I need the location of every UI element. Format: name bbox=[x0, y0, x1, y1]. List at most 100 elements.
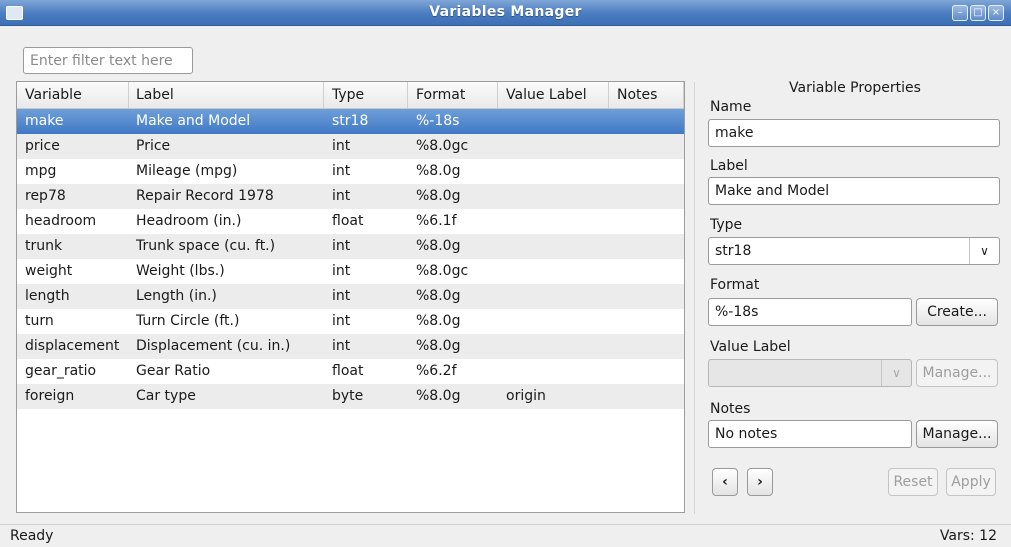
column-header-format[interactable]: Format bbox=[408, 82, 498, 108]
cell-format: %8.0g bbox=[416, 338, 461, 354]
cell-format: %8.0g bbox=[416, 163, 461, 179]
cell-type: float bbox=[332, 363, 364, 379]
cell-value-label bbox=[498, 309, 609, 334]
cell-value-label bbox=[498, 184, 609, 209]
variable-count: Vars: 12 bbox=[939, 528, 997, 544]
minimize-button[interactable]: – bbox=[952, 5, 968, 21]
table-row[interactable]: weight Weight (lbs.) int %8.0gc bbox=[17, 259, 684, 284]
cell-format: %8.0gc bbox=[416, 263, 469, 279]
type-combobox[interactable]: str18 ∨ bbox=[708, 237, 1000, 265]
filter-input[interactable] bbox=[23, 47, 193, 74]
label-field[interactable]: Make and Model bbox=[708, 177, 1000, 205]
table-row[interactable]: headroom Headroom (in.) float %6.1f bbox=[17, 209, 684, 234]
cell-format: %8.0g bbox=[416, 288, 461, 304]
value-label-combobox[interactable]: ∨ bbox=[708, 359, 912, 387]
table-row[interactable]: foreign Car type byte %8.0g origin bbox=[17, 384, 684, 409]
cell-variable: make bbox=[25, 113, 64, 129]
cell-label: Length (in.) bbox=[136, 288, 217, 304]
table-row[interactable]: trunk Trunk space (cu. ft.) int %8.0g bbox=[17, 234, 684, 259]
cell-notes bbox=[609, 259, 684, 284]
cell-type: int bbox=[332, 188, 351, 204]
type-value: str18 bbox=[715, 243, 752, 259]
cell-type: float bbox=[332, 213, 364, 229]
label-label: Label bbox=[710, 158, 748, 174]
cell-notes bbox=[609, 209, 684, 234]
create-format-button[interactable]: Create... bbox=[916, 298, 998, 326]
cell-label: Weight (lbs.) bbox=[136, 263, 225, 279]
cell-label: Car type bbox=[136, 388, 196, 404]
column-header-value-label[interactable]: Value Label bbox=[498, 82, 609, 108]
cell-label: Turn Circle (ft.) bbox=[136, 313, 240, 329]
cell-variable: foreign bbox=[25, 388, 75, 404]
variables-table[interactable]: Variable Label Type Format Value Label N… bbox=[16, 81, 685, 513]
cell-variable: displacement bbox=[25, 338, 120, 354]
cell-value-label: origin bbox=[506, 388, 546, 404]
manage-value-label-button[interactable]: Manage... bbox=[916, 359, 998, 387]
cell-variable: headroom bbox=[25, 213, 97, 229]
cell-notes bbox=[609, 109, 684, 134]
previous-variable-button[interactable]: ‹ bbox=[712, 468, 738, 496]
cell-notes bbox=[609, 234, 684, 259]
column-header-variable[interactable]: Variable bbox=[17, 82, 129, 108]
table-row[interactable]: turn Turn Circle (ft.) int %8.0g bbox=[17, 309, 684, 334]
cell-value-label bbox=[498, 284, 609, 309]
cell-type: int bbox=[332, 313, 351, 329]
cell-value-label bbox=[498, 259, 609, 284]
name-label: Name bbox=[710, 99, 752, 115]
apply-button[interactable]: Apply bbox=[946, 468, 996, 496]
cell-type: int bbox=[332, 288, 351, 304]
name-field[interactable]: make bbox=[708, 119, 1000, 147]
title-bar[interactable]: Variables Manager – □ × bbox=[0, 0, 1011, 26]
cell-format: %6.1f bbox=[416, 213, 457, 229]
table-row[interactable]: rep78 Repair Record 1978 int %8.0g bbox=[17, 184, 684, 209]
cell-label: Gear Ratio bbox=[136, 363, 211, 379]
column-header-notes[interactable]: Notes bbox=[609, 82, 684, 108]
cell-format: %8.0gc bbox=[416, 138, 469, 154]
column-header-label[interactable]: Label bbox=[128, 82, 324, 108]
table-row[interactable]: mpg Mileage (mpg) int %8.0g bbox=[17, 159, 684, 184]
cell-value-label bbox=[498, 234, 609, 259]
cell-type: int bbox=[332, 338, 351, 354]
cell-variable: weight bbox=[25, 263, 73, 279]
reset-button[interactable]: Reset bbox=[888, 468, 938, 496]
status-bar: Ready Vars: 12 bbox=[0, 524, 1011, 547]
cell-value-label bbox=[498, 209, 609, 234]
cell-value-label bbox=[498, 109, 609, 134]
chevron-down-icon[interactable]: ∨ bbox=[881, 360, 911, 386]
type-label: Type bbox=[710, 217, 743, 233]
manage-notes-button[interactable]: Manage... bbox=[916, 420, 998, 448]
cell-notes bbox=[609, 384, 684, 409]
cell-value-label bbox=[498, 134, 609, 159]
table-row[interactable]: displacement Displacement (cu. in.) int %8.… bbox=[17, 334, 684, 359]
cell-notes bbox=[609, 309, 684, 334]
table-row[interactable]: make Make and Model str18 %-18s bbox=[17, 109, 684, 134]
status-text: Ready bbox=[10, 528, 54, 544]
cell-notes bbox=[609, 159, 684, 184]
cell-value-label bbox=[498, 334, 609, 359]
cell-notes bbox=[609, 134, 684, 159]
chevron-down-icon[interactable]: ∨ bbox=[969, 238, 999, 264]
table-row[interactable]: length Length (in.) int %8.0g bbox=[17, 284, 684, 309]
table-row[interactable]: price Price int %8.0gc bbox=[17, 134, 684, 159]
cell-variable: mpg bbox=[25, 163, 57, 179]
cell-format: %8.0g bbox=[416, 313, 461, 329]
cell-format: %8.0g bbox=[416, 388, 461, 404]
cell-type: int bbox=[332, 163, 351, 179]
cell-format: %8.0g bbox=[416, 238, 461, 254]
format-field[interactable]: %-18s bbox=[708, 298, 912, 326]
close-button[interactable]: × bbox=[988, 5, 1004, 21]
cell-variable: gear_ratio bbox=[25, 363, 97, 379]
notes-field[interactable]: No notes bbox=[708, 420, 912, 448]
cell-format: %-18s bbox=[416, 113, 460, 129]
cell-notes bbox=[609, 184, 684, 209]
table-row[interactable]: gear_ratio Gear Ratio float %6.2f bbox=[17, 359, 684, 384]
cell-label: Repair Record 1978 bbox=[136, 188, 274, 204]
cell-format: %8.0g bbox=[416, 188, 461, 204]
cell-variable: turn bbox=[25, 313, 54, 329]
panel-divider bbox=[694, 82, 695, 514]
maximize-button[interactable]: □ bbox=[970, 5, 986, 21]
column-header-type[interactable]: Type bbox=[324, 82, 408, 108]
next-variable-button[interactable]: › bbox=[747, 468, 773, 496]
cell-variable: length bbox=[25, 288, 70, 304]
cell-label: Mileage (mpg) bbox=[136, 163, 238, 179]
